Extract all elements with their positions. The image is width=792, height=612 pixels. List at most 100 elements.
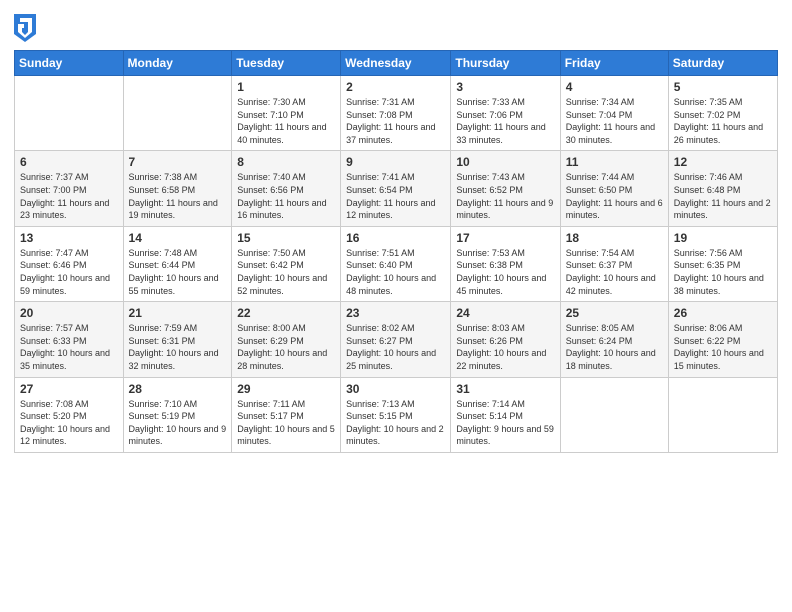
day-info: Sunrise: 7:38 AM Sunset: 6:58 PM Dayligh… xyxy=(129,172,218,220)
day-info: Sunrise: 7:11 AM Sunset: 5:17 PM Dayligh… xyxy=(237,399,335,447)
calendar-cell: 17 Sunrise: 7:53 AM Sunset: 6:38 PM Dayli… xyxy=(451,226,560,301)
day-info: Sunrise: 7:35 AM Sunset: 7:02 PM Dayligh… xyxy=(674,97,763,145)
calendar-cell: 4 Sunrise: 7:34 AM Sunset: 7:04 PM Daylig… xyxy=(560,76,668,151)
calendar-cell xyxy=(668,377,777,452)
col-header-thursday: Thursday xyxy=(451,51,560,76)
day-number: 2 xyxy=(346,80,445,94)
day-number: 23 xyxy=(346,306,445,320)
logo xyxy=(14,14,40,42)
calendar-cell: 5 Sunrise: 7:35 AM Sunset: 7:02 PM Daylig… xyxy=(668,76,777,151)
calendar-cell: 23 Sunrise: 8:02 AM Sunset: 6:27 PM Dayli… xyxy=(341,302,451,377)
calendar-cell: 10 Sunrise: 7:43 AM Sunset: 6:52 PM Dayli… xyxy=(451,151,560,226)
day-number: 26 xyxy=(674,306,772,320)
day-number: 17 xyxy=(456,231,554,245)
calendar-cell: 11 Sunrise: 7:44 AM Sunset: 6:50 PM Dayli… xyxy=(560,151,668,226)
day-info: Sunrise: 7:40 AM Sunset: 6:56 PM Dayligh… xyxy=(237,172,326,220)
day-info: Sunrise: 7:08 AM Sunset: 5:20 PM Dayligh… xyxy=(20,399,110,447)
week-row-1: 1 Sunrise: 7:30 AM Sunset: 7:10 PM Daylig… xyxy=(15,76,778,151)
day-number: 9 xyxy=(346,155,445,169)
calendar-cell: 14Sunrise: 7:48 AM Sunset: 6:44 PM Dayli… xyxy=(123,226,232,301)
day-number: 12 xyxy=(674,155,772,169)
day-number: 7 xyxy=(129,155,227,169)
day-number: 25 xyxy=(566,306,663,320)
day-info: Sunrise: 7:50 AM Sunset: 6:42 PM Dayligh… xyxy=(237,248,327,296)
calendar-cell: 22 Sunrise: 8:00 AM Sunset: 6:29 PM Dayli… xyxy=(232,302,341,377)
day-number: 8 xyxy=(237,155,335,169)
day-info: Sunrise: 7:51 AM Sunset: 6:40 PM Dayligh… xyxy=(346,248,436,296)
col-header-sunday: Sunday xyxy=(15,51,124,76)
day-info: Sunrise: 8:06 AM Sunset: 6:22 PM Dayligh… xyxy=(674,323,764,371)
day-number: 13 xyxy=(20,231,118,245)
day-number: 14 xyxy=(129,231,227,245)
col-header-monday: Monday xyxy=(123,51,232,76)
day-info: Sunrise: 7:41 AM Sunset: 6:54 PM Dayligh… xyxy=(346,172,435,220)
day-number: 28 xyxy=(129,382,227,396)
calendar-cell: 20Sunrise: 7:57 AM Sunset: 6:33 PM Dayli… xyxy=(15,302,124,377)
week-row-3: 13 Sunrise: 7:47 AM Sunset: 6:46 PM Dayli… xyxy=(15,226,778,301)
calendar-cell: 26 Sunrise: 8:06 AM Sunset: 6:22 PM Dayli… xyxy=(668,302,777,377)
day-info: Sunrise: 8:05 AM Sunset: 6:24 PM Dayligh… xyxy=(566,323,656,371)
calendar-cell: 21Sunrise: 7:59 AM Sunset: 6:31 PM Dayli… xyxy=(123,302,232,377)
day-info: Sunrise: 7:43 AM Sunset: 6:52 PM Dayligh… xyxy=(456,172,553,220)
day-info: Sunrise: 7:54 AM Sunset: 6:37 PM Dayligh… xyxy=(566,248,656,296)
week-row-5: 27 Sunrise: 7:08 AM Sunset: 5:20 PM Dayli… xyxy=(15,377,778,452)
calendar-cell: 1 Sunrise: 7:30 AM Sunset: 7:10 PM Daylig… xyxy=(232,76,341,151)
col-header-friday: Friday xyxy=(560,51,668,76)
calendar-cell: 3 Sunrise: 7:33 AM Sunset: 7:06 PM Daylig… xyxy=(451,76,560,151)
day-number: 11 xyxy=(566,155,663,169)
calendar-cell: 31 Sunrise: 7:14 AM Sunset: 5:14 PM Dayli… xyxy=(451,377,560,452)
day-info: Sunrise: 7:10 AM Sunset: 5:19 PM Dayligh… xyxy=(129,399,227,447)
day-number: 10 xyxy=(456,155,554,169)
day-number: 16 xyxy=(346,231,445,245)
day-info: Sunrise: 8:02 AM Sunset: 6:27 PM Dayligh… xyxy=(346,323,436,371)
day-number: 6 xyxy=(20,155,118,169)
calendar-cell: 30 Sunrise: 7:13 AM Sunset: 5:15 PM Dayli… xyxy=(341,377,451,452)
day-number: 3 xyxy=(456,80,554,94)
day-number: 15 xyxy=(237,231,335,245)
day-info: Sunrise: 8:00 AM Sunset: 6:29 PM Dayligh… xyxy=(237,323,327,371)
column-headers-row: SundayMondayTuesdayWednesdayThursdayFrid… xyxy=(15,51,778,76)
day-info: Sunrise: 7:56 AM Sunset: 6:35 PM Dayligh… xyxy=(674,248,764,296)
day-info: Sunrise: 7:46 AM Sunset: 6:48 PM Dayligh… xyxy=(674,172,771,220)
day-number: 5 xyxy=(674,80,772,94)
day-number: 4 xyxy=(566,80,663,94)
calendar-cell: 15 Sunrise: 7:50 AM Sunset: 6:42 PM Dayli… xyxy=(232,226,341,301)
day-number: 31 xyxy=(456,382,554,396)
calendar-cell: 16 Sunrise: 7:51 AM Sunset: 6:40 PM Dayli… xyxy=(341,226,451,301)
calendar-cell: 29 Sunrise: 7:11 AM Sunset: 5:17 PM Dayli… xyxy=(232,377,341,452)
day-number: 18 xyxy=(566,231,663,245)
day-info: Sunrise: 7:14 AM Sunset: 5:14 PM Dayligh… xyxy=(456,399,554,447)
day-number: 27 xyxy=(20,382,118,396)
day-info: Sunrise: 7:33 AM Sunset: 7:06 PM Dayligh… xyxy=(456,97,545,145)
logo-icon xyxy=(14,14,36,42)
day-number: 29 xyxy=(237,382,335,396)
col-header-wednesday: Wednesday xyxy=(341,51,451,76)
calendar-cell xyxy=(15,76,124,151)
day-number: 1 xyxy=(237,80,335,94)
day-info: Sunrise: 7:30 AM Sunset: 7:10 PM Dayligh… xyxy=(237,97,326,145)
week-row-2: 6 Sunrise: 7:37 AM Sunset: 7:00 PM Daylig… xyxy=(15,151,778,226)
day-number: 20 xyxy=(20,306,118,320)
calendar: SundayMondayTuesdayWednesdayThursdayFrid… xyxy=(14,50,778,453)
day-info: Sunrise: 7:53 AM Sunset: 6:38 PM Dayligh… xyxy=(456,248,546,296)
calendar-cell: 25 Sunrise: 8:05 AM Sunset: 6:24 PM Dayli… xyxy=(560,302,668,377)
calendar-cell: 7 Sunrise: 7:38 AM Sunset: 6:58 PM Daylig… xyxy=(123,151,232,226)
col-header-saturday: Saturday xyxy=(668,51,777,76)
day-info: Sunrise: 7:44 AM Sunset: 6:50 PM Dayligh… xyxy=(566,172,663,220)
day-info: Sunrise: 7:13 AM Sunset: 5:15 PM Dayligh… xyxy=(346,399,444,447)
col-header-tuesday: Tuesday xyxy=(232,51,341,76)
calendar-cell: 28 Sunrise: 7:10 AM Sunset: 5:19 PM Dayli… xyxy=(123,377,232,452)
page: SundayMondayTuesdayWednesdayThursdayFrid… xyxy=(0,0,792,612)
day-info: Sunrise: 7:47 AM Sunset: 6:46 PM Dayligh… xyxy=(20,248,110,296)
calendar-cell: 9 Sunrise: 7:41 AM Sunset: 6:54 PM Daylig… xyxy=(341,151,451,226)
day-info: Sunrise: 7:37 AM Sunset: 7:00 PM Dayligh… xyxy=(20,172,109,220)
calendar-cell: 2Sunrise: 7:31 AM Sunset: 7:08 PM Daylig… xyxy=(341,76,451,151)
calendar-cell: 6 Sunrise: 7:37 AM Sunset: 7:00 PM Daylig… xyxy=(15,151,124,226)
day-number: 21 xyxy=(129,306,227,320)
day-number: 30 xyxy=(346,382,445,396)
calendar-cell xyxy=(123,76,232,151)
week-row-4: 20Sunrise: 7:57 AM Sunset: 6:33 PM Dayli… xyxy=(15,302,778,377)
day-info: Sunrise: 7:34 AM Sunset: 7:04 PM Dayligh… xyxy=(566,97,655,145)
calendar-cell: 12 Sunrise: 7:46 AM Sunset: 6:48 PM Dayli… xyxy=(668,151,777,226)
day-number: 22 xyxy=(237,306,335,320)
